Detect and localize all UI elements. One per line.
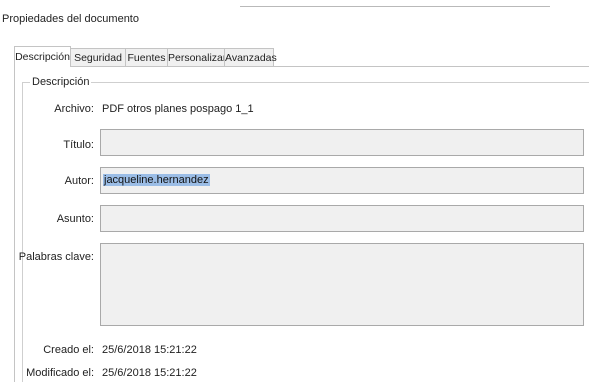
tab-seguridad[interactable]: Seguridad xyxy=(70,48,126,66)
tab-fuentes[interactable]: Fuentes xyxy=(125,48,168,66)
modificado-value: 25/6/2018 15:21:22 xyxy=(102,367,197,379)
autor-label: Autor: xyxy=(64,175,94,187)
autor-field[interactable]: jacqueline.hernandez xyxy=(100,167,584,194)
asunto-label: Asunto: xyxy=(56,213,94,225)
modificado-label: Modificado el: xyxy=(26,367,94,379)
archivo-value: PDF otros planes pospago 1_1 xyxy=(102,103,254,115)
titulo-label: Título: xyxy=(63,139,94,151)
tab-descripcion[interactable]: Descripción xyxy=(14,46,71,67)
creado-value: 25/6/2018 15:21:22 xyxy=(102,344,197,356)
tab-avanzadas[interactable]: Avanzadas xyxy=(224,48,277,66)
archivo-label: Archivo: xyxy=(54,103,94,115)
palabras-clave-label: Palabras clave: xyxy=(18,251,94,263)
autor-value: jacqueline.hernandez xyxy=(103,174,210,186)
title-divider xyxy=(240,6,550,7)
creado-label: Creado el: xyxy=(43,344,94,356)
title-bar: Propiedades del documento xyxy=(0,0,589,34)
window-title: Propiedades del documento xyxy=(2,13,139,25)
palabras-clave-field[interactable] xyxy=(100,243,584,326)
titulo-field[interactable] xyxy=(100,129,584,156)
description-group-label: Descripción xyxy=(30,76,92,88)
asunto-field[interactable] xyxy=(100,205,584,232)
description-group xyxy=(22,82,589,382)
tab-personalizar[interactable]: Personalizar xyxy=(167,48,226,66)
